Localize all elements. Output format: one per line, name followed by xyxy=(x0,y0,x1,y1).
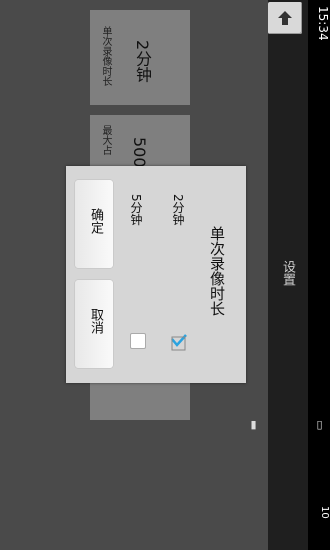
dialog-title: 单次录像时长 xyxy=(208,226,226,316)
setting-label: 最大占 xyxy=(100,125,111,155)
action-bar: 设置 xyxy=(268,0,308,550)
status-bar: 15:34 ▯ ◷ ≋ ▮ 10 xyxy=(247,0,330,550)
option-2min-label[interactable]: 2分钟 xyxy=(170,194,187,226)
confirm-button-label: 确定 xyxy=(88,208,103,234)
page-title: 设置 xyxy=(280,260,295,286)
setting-panel-bottom[interactable] xyxy=(90,383,190,420)
cancel-button[interactable]: 取消 xyxy=(75,280,113,368)
setting-value: 2分钟 xyxy=(133,40,152,83)
option-5min-label[interactable]: 5分钟 xyxy=(128,194,145,226)
vibrate-icon: ▯ xyxy=(313,418,326,431)
option-5min-checkbox[interactable] xyxy=(130,333,146,349)
duration-dialog: 单次录像时长 2分钟 5分钟 确定 取消 xyxy=(66,166,246,383)
setting-record-duration[interactable]: 单次录像时长 2分钟 xyxy=(90,10,190,105)
up-arrow-icon xyxy=(278,11,292,25)
cancel-button-label: 取消 xyxy=(88,308,103,334)
signal-icon: ▮ xyxy=(247,418,260,431)
confirm-button[interactable]: 确定 xyxy=(75,180,113,268)
checkmark-icon[interactable] xyxy=(170,333,188,351)
setting-value: 500 xyxy=(130,137,149,168)
status-icons: ▯ ◷ ≋ ▮ xyxy=(247,418,330,431)
status-time: 15:34 xyxy=(316,6,330,41)
back-button[interactable] xyxy=(268,2,302,34)
battery-level: 10 xyxy=(319,506,330,519)
setting-label: 单次录像时长 xyxy=(100,26,111,86)
